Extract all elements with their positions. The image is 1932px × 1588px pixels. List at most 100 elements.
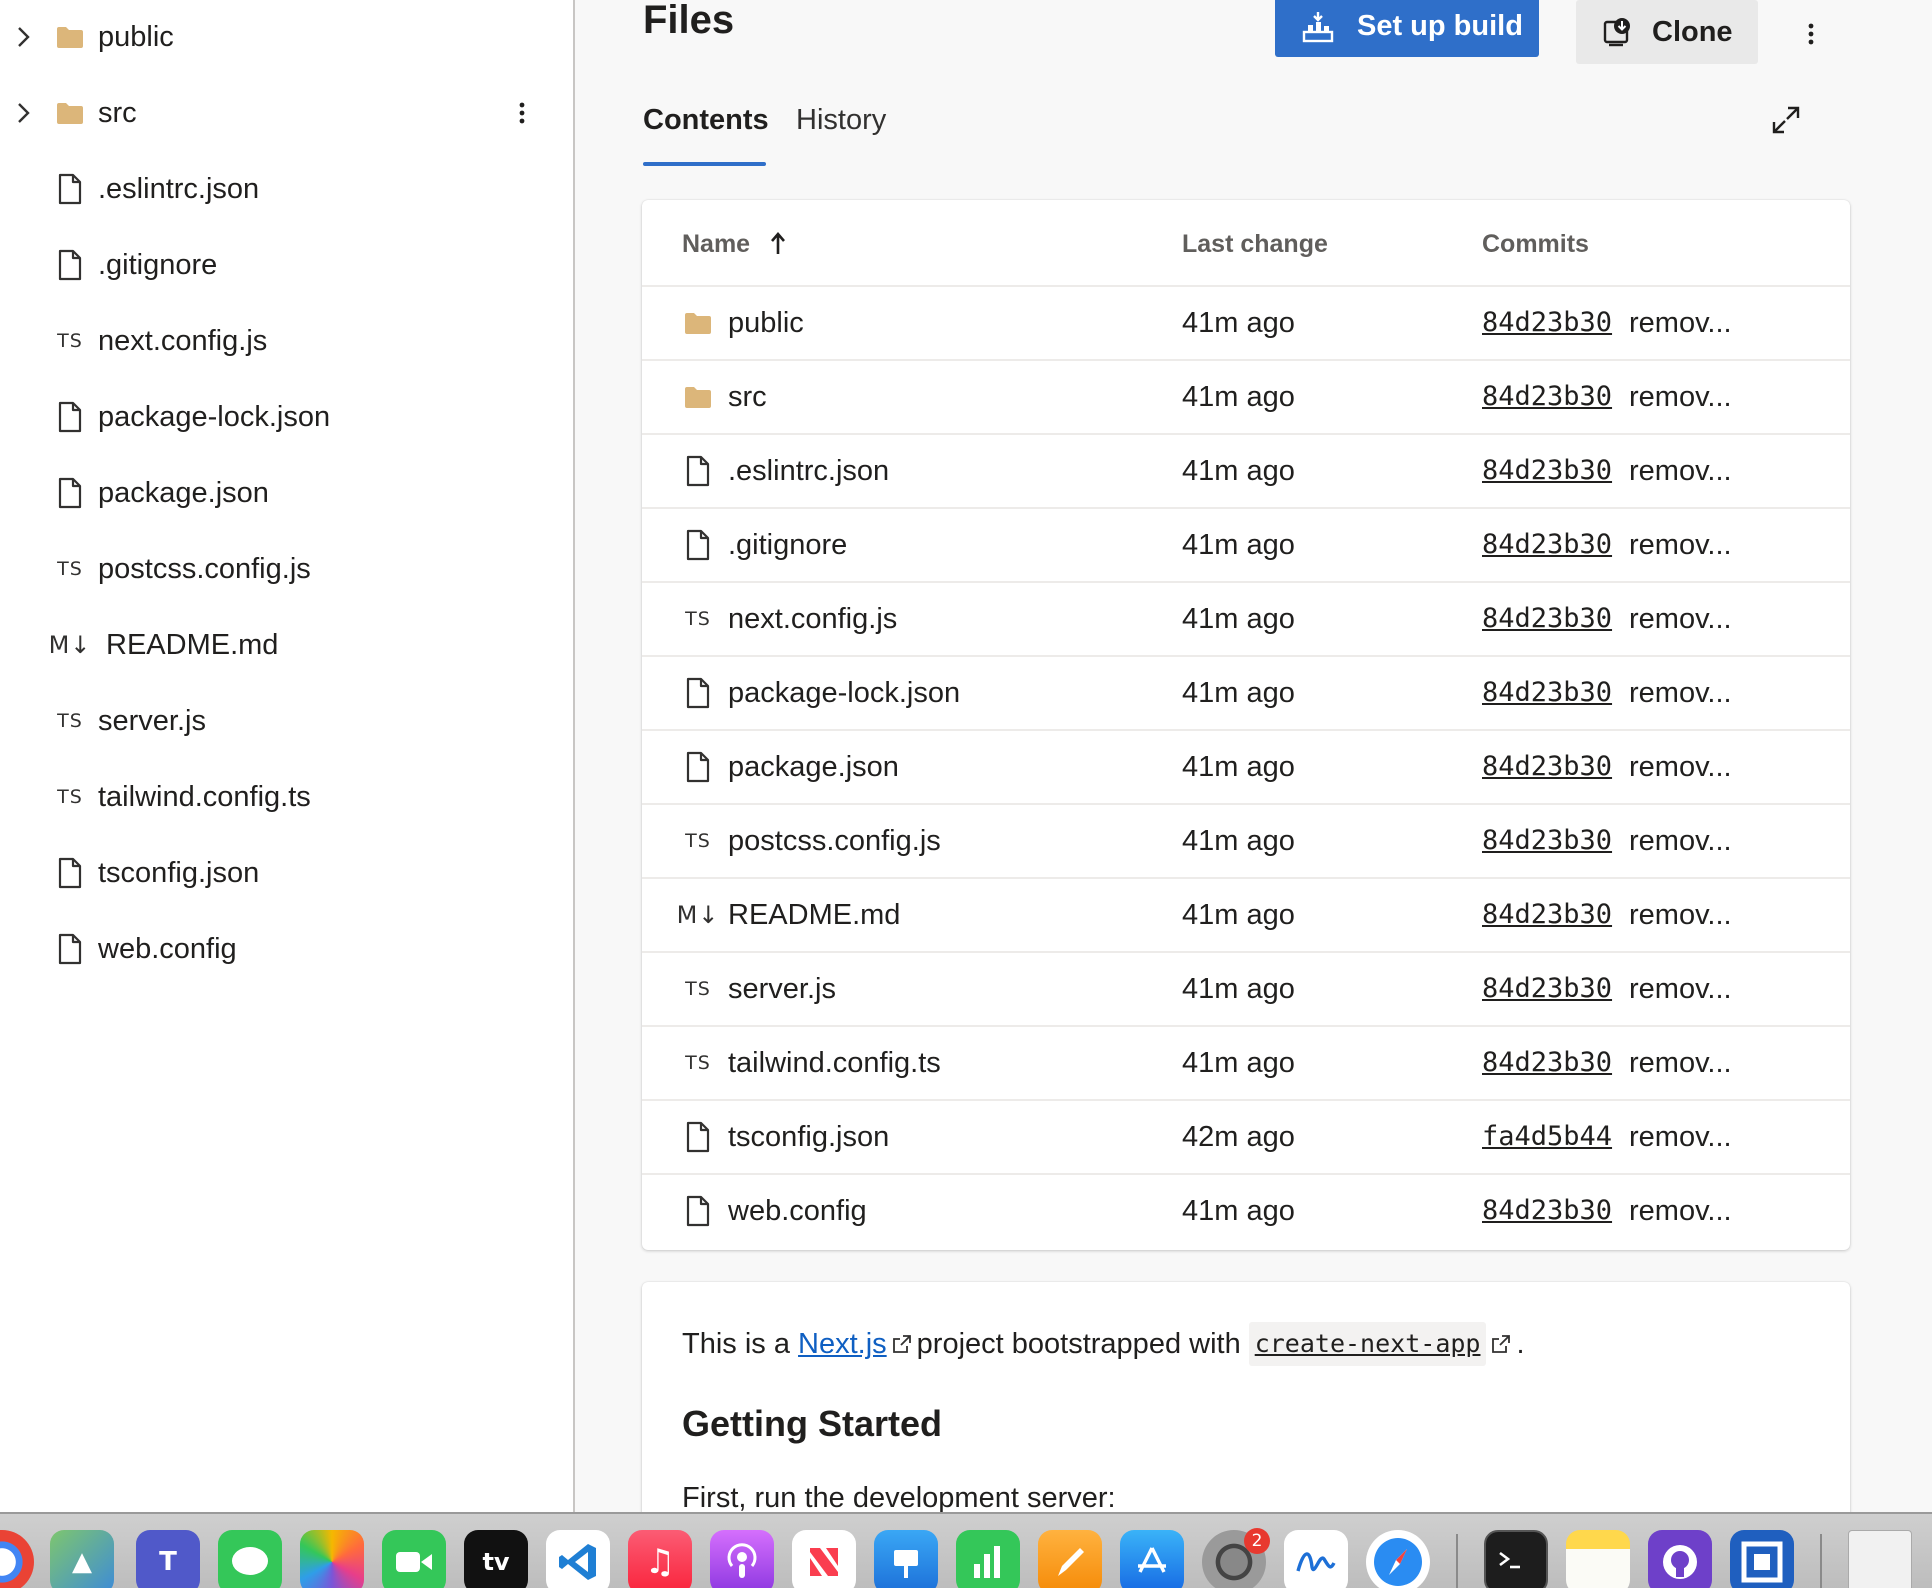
row-name[interactable]: postcss.config.js — [728, 823, 941, 859]
chrome-icon[interactable] — [0, 1530, 34, 1588]
chevron-right-icon[interactable] — [12, 99, 34, 127]
tab-contents[interactable]: Contents — [643, 100, 769, 140]
podcasts-icon[interactable] — [710, 1530, 774, 1588]
row-commit-link[interactable]: 84d23b30 — [1482, 527, 1612, 563]
table-row[interactable]: .gitignore 41m ago 84d23b30 remov... — [642, 509, 1850, 583]
sort-ascending-icon[interactable] — [768, 230, 788, 258]
table-row[interactable]: web.config 41m ago 84d23b30 remov... — [642, 1175, 1850, 1249]
table-row[interactable]: TS postcss.config.js 41m ago 84d23b30 remov.… — [642, 805, 1850, 879]
tree-item[interactable]: .gitignore — [0, 227, 573, 303]
maps-icon[interactable]: ▲ — [50, 1530, 114, 1588]
tree-item[interactable]: src — [0, 75, 573, 151]
table-row[interactable]: TS next.config.js 41m ago 84d23b30 remov... — [642, 583, 1850, 657]
tree-item[interactable]: TS postcss.config.js — [0, 531, 573, 607]
row-name[interactable]: tailwind.config.ts — [728, 1045, 941, 1081]
table-row[interactable]: .eslintrc.json 41m ago 84d23b30 remov... — [642, 435, 1850, 509]
expand-icon[interactable] — [1770, 104, 1802, 136]
tab-history[interactable]: History — [796, 100, 886, 140]
clone-button[interactable]: Clone — [1576, 0, 1758, 64]
row-name[interactable]: next.config.js — [728, 601, 897, 637]
row-name[interactable]: .eslintrc.json — [728, 453, 889, 489]
tree-item[interactable]: M↓ README.md — [0, 607, 573, 683]
teams-icon[interactable]: T — [136, 1530, 200, 1588]
table-row[interactable]: package-lock.json 41m ago 84d23b30 remov... — [642, 657, 1850, 731]
row-commit-link[interactable]: fa4d5b44 — [1482, 1119, 1612, 1155]
table-row[interactable]: tsconfig.json 42m ago fa4d5b44 remov... — [642, 1101, 1850, 1175]
apple-tv-icon[interactable]: tv — [464, 1530, 528, 1588]
tree-item[interactable]: TS tailwind.config.ts — [0, 759, 573, 835]
row-last-change: 41m ago — [1182, 381, 1295, 413]
row-commit-link[interactable]: 84d23b30 — [1482, 1045, 1612, 1081]
row-commit-link[interactable]: 84d23b30 — [1482, 1193, 1612, 1229]
table-row[interactable]: TS server.js 41m ago 84d23b30 remov... — [642, 953, 1850, 1027]
create-next-app-link[interactable]: create-next-app — [1248, 1322, 1487, 1366]
row-commit-link[interactable]: 84d23b30 — [1482, 453, 1612, 489]
row-commit-link[interactable]: 84d23b30 — [1482, 675, 1612, 711]
music-icon[interactable]: ♫ — [628, 1530, 692, 1588]
row-name[interactable]: server.js — [728, 971, 836, 1007]
system-settings-icon[interactable]: 2 — [1202, 1528, 1270, 1588]
notes-icon[interactable] — [1566, 1530, 1630, 1588]
row-commit-link[interactable]: 84d23b30 — [1482, 823, 1612, 859]
facetime-icon[interactable] — [382, 1530, 446, 1588]
row-name[interactable]: tsconfig.json — [728, 1119, 889, 1155]
column-header-name[interactable]: Name — [682, 228, 750, 260]
row-commit-message: remov... — [1629, 381, 1732, 413]
row-commit-link[interactable]: 84d23b30 — [1482, 971, 1612, 1007]
tree-item[interactable]: .eslintrc.json — [0, 151, 573, 227]
tree-item[interactable]: tsconfig.json — [0, 835, 573, 911]
file-icon — [58, 401, 82, 433]
row-commit-link[interactable]: 84d23b30 — [1482, 305, 1612, 341]
photos-icon[interactable] — [300, 1530, 364, 1588]
tree-item[interactable]: TS server.js — [0, 683, 573, 759]
tree-item-label: postcss.config.js — [98, 553, 311, 585]
freeform-icon[interactable] — [1284, 1530, 1348, 1588]
row-name[interactable]: web.config — [728, 1193, 867, 1229]
numbers-icon[interactable] — [956, 1530, 1020, 1588]
chevron-right-icon[interactable] — [12, 23, 34, 51]
tree-item[interactable]: public — [0, 0, 573, 75]
row-commit-link[interactable]: 84d23b30 — [1482, 379, 1612, 415]
table-row[interactable]: public 41m ago 84d23b30 remov... — [642, 287, 1850, 361]
compass-icon — [1374, 1538, 1422, 1586]
row-commit-link[interactable]: 84d23b30 — [1482, 749, 1612, 785]
set-up-build-button[interactable]: Set up build — [1275, 0, 1539, 57]
tree-item[interactable]: web.config — [0, 911, 573, 987]
vscode-icon[interactable] — [546, 1530, 610, 1588]
terminal-icon[interactable] — [1484, 1530, 1548, 1588]
more-options-icon[interactable] — [1799, 18, 1823, 50]
row-name[interactable]: src — [728, 379, 767, 415]
tree-item-label: .eslintrc.json — [98, 173, 260, 205]
tree-item[interactable]: package.json — [0, 455, 573, 531]
tree-item[interactable]: TS next.config.js — [0, 303, 573, 379]
table-row[interactable]: TS tailwind.config.ts 41m ago 84d23b30 remov… — [642, 1027, 1850, 1101]
nextjs-link[interactable]: Next.js — [798, 1324, 887, 1364]
typescript-icon: TS — [57, 558, 83, 580]
pages-icon[interactable] — [1038, 1530, 1102, 1588]
keynote-icon[interactable] — [874, 1530, 938, 1588]
tree-item[interactable]: package-lock.json — [0, 379, 573, 455]
tree-item-icon — [54, 857, 86, 889]
messages-icon[interactable] — [218, 1530, 282, 1588]
table-row[interactable]: M↓ README.md 41m ago 84d23b30 remov... — [642, 879, 1850, 953]
news-icon[interactable] — [792, 1530, 856, 1588]
github-desktop-icon[interactable] — [1648, 1530, 1712, 1588]
row-name[interactable]: package.json — [728, 749, 899, 785]
row-name[interactable]: README.md — [728, 897, 900, 933]
table-row[interactable]: package.json 41m ago 84d23b30 remov... — [642, 731, 1850, 805]
row-name[interactable]: package-lock.json — [728, 675, 960, 711]
tree-item-icon — [54, 477, 86, 509]
safari-icon[interactable] — [1366, 1530, 1430, 1588]
podium-icon — [894, 1550, 918, 1578]
remote-desktop-icon[interactable] — [1730, 1530, 1794, 1588]
app-store-icon[interactable] — [1120, 1530, 1184, 1588]
row-commit-link[interactable]: 84d23b30 — [1482, 601, 1612, 637]
row-name[interactable]: .gitignore — [728, 527, 847, 563]
row-commit-link[interactable]: 84d23b30 — [1482, 897, 1612, 933]
recent-window-thumbnail[interactable] — [1848, 1530, 1912, 1588]
more-options-icon[interactable] — [510, 97, 534, 129]
table-row[interactable]: src 41m ago 84d23b30 remov... — [642, 361, 1850, 435]
row-last-change: 41m ago — [1182, 1047, 1295, 1079]
typescript-icon: TS — [685, 1052, 711, 1074]
row-name[interactable]: public — [728, 305, 804, 341]
